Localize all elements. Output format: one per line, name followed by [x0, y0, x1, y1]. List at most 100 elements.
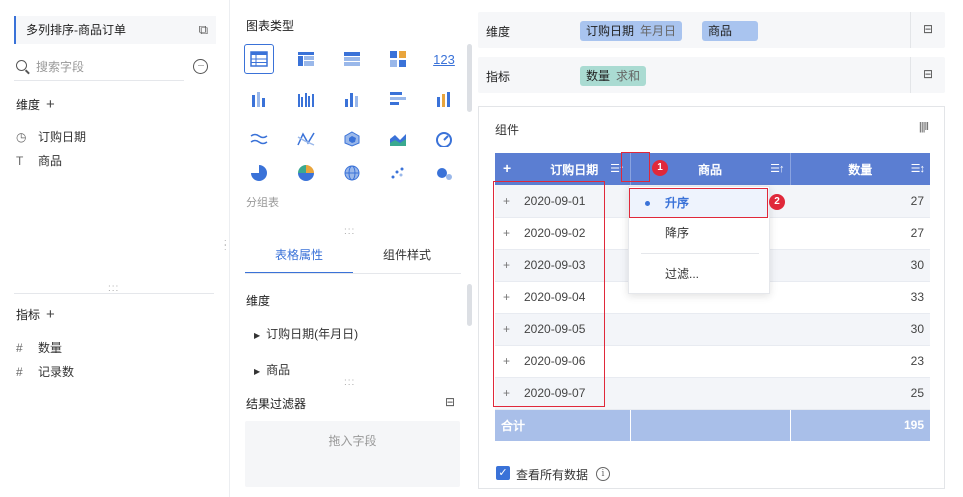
chart-type-group-table[interactable] — [291, 44, 321, 74]
chart-type-map[interactable] — [337, 162, 367, 184]
caret-right-icon: ▶ — [254, 367, 261, 376]
section-divider — [14, 293, 214, 294]
filter-splitter-handle[interactable]: ::: — [344, 377, 355, 388]
total-label: 合计 — [495, 409, 631, 441]
chart-type-cross-table[interactable] — [337, 44, 367, 74]
info-icon[interactable]: i — [596, 467, 610, 481]
lock-icon[interactable]: ⊟ — [445, 395, 455, 409]
panel-resize-handle[interactable]: :: — [224, 238, 228, 252]
search-input[interactable] — [36, 57, 186, 77]
measure-shelf[interactable]: 指标 数量 求和 ⊟ — [478, 57, 945, 93]
quantity-cell: 30 — [790, 249, 930, 282]
chart-type-bar-1[interactable] — [244, 84, 274, 114]
dimension-shelf[interactable]: 维度 订购日期 年月日 商品 ⊟ — [478, 12, 945, 48]
chart-type-gauge[interactable] — [429, 124, 459, 154]
bubble-chart-icon — [437, 168, 452, 180]
measure-section-label: 指标 — [16, 308, 41, 322]
sort-icon[interactable]: ☰↕ — [911, 162, 925, 175]
column-header-label: 数量 — [848, 162, 873, 177]
dataset-title-bar[interactable]: 多列排序-商品订单 ⧉ — [14, 16, 216, 44]
chart-type-wave[interactable] — [244, 124, 274, 154]
table-icon — [250, 51, 268, 67]
add-dimension-icon[interactable]: + — [46, 96, 55, 113]
quantity-cell: 25 — [790, 377, 930, 410]
tab-table-properties[interactable]: 表格属性 — [245, 240, 353, 274]
chart-type-area[interactable] — [383, 124, 413, 154]
view-all-data-label[interactable]: 查看所有数据 — [516, 466, 588, 483]
chart-type-detail-table[interactable] — [244, 44, 274, 74]
tab-component-style[interactable]: 组件样式 — [353, 240, 461, 274]
field-search: ··· — [14, 55, 216, 79]
horizontal-bar-icon — [390, 92, 406, 105]
ascending-highlight — [629, 188, 768, 218]
tree-item-order-date[interactable]: ▶ 订购日期(年月日) — [254, 325, 358, 342]
column-header-quantity[interactable]: 数量 ☰↕ — [790, 153, 930, 185]
properties-dimension-label: 维度 — [246, 294, 271, 308]
menu-item-filter[interactable]: 过滤... — [629, 260, 769, 288]
pill-name: 订购日期 — [586, 24, 635, 38]
scatter-chart-icon — [391, 167, 404, 179]
bar-chart-icon — [252, 92, 265, 107]
product-cell — [630, 345, 790, 378]
date-column-highlight — [493, 181, 605, 407]
column-settings-icon[interactable]: |||‖ — [919, 121, 929, 133]
field-item-quantity[interactable]: # 数量 — [16, 339, 62, 356]
cross-table-icon — [344, 52, 360, 66]
block-icon — [390, 51, 406, 67]
pill-name: 数量 — [586, 69, 611, 83]
chart-type-bar-3[interactable] — [337, 84, 367, 114]
field-item-record-count[interactable]: # 记录数 — [16, 363, 74, 380]
field-label: 订购日期 — [38, 130, 87, 144]
menu-separator — [641, 253, 759, 254]
menu-item-descending[interactable]: 降序 — [629, 219, 769, 247]
chart-type-kpi[interactable]: 123 — [429, 44, 459, 74]
chart-type-bubble[interactable] — [429, 162, 459, 184]
mid-splitter-handle[interactable]: ::: — [344, 226, 355, 237]
callout-badge-1: 1 — [652, 160, 668, 176]
component-title: 组件 — [495, 123, 520, 137]
chart-type-scrollbar[interactable] — [467, 44, 472, 112]
sort-icon[interactable]: ☰↑ — [770, 162, 784, 175]
measure-section-header: 指标 + — [16, 306, 55, 323]
tree-item-label: 订购日期(年月日) — [266, 327, 359, 341]
properties-scrollbar[interactable] — [467, 284, 472, 326]
checkbox-icon[interactable]: ✓ — [496, 466, 510, 480]
dimension-section-header: 维度 + — [16, 96, 55, 113]
pill-sub: 年月日 — [640, 24, 677, 38]
tree-item-product[interactable]: ▶ 商品 — [254, 361, 290, 378]
chart-type-pie-2[interactable] — [291, 162, 321, 184]
column-header-label: 商品 — [697, 162, 722, 177]
dimension-shelf-label: 维度 — [486, 25, 511, 39]
expand-all-icon[interactable]: + — [503, 160, 511, 176]
chart-type-pie[interactable] — [244, 162, 274, 184]
lock-icon[interactable]: ⊟ — [923, 22, 933, 36]
duplicate-icon[interactable]: ⧉ — [199, 16, 208, 44]
field-item-order-date[interactable]: ◷ 订购日期 — [16, 128, 86, 145]
pill-name: 商品 — [708, 24, 733, 38]
chart-type-bar-4[interactable] — [383, 84, 413, 114]
chart-type-radar[interactable] — [337, 124, 367, 154]
add-measure-icon[interactable]: + — [46, 306, 55, 323]
callout-badge-2: 2 — [769, 194, 785, 210]
lock-icon[interactable]: ⊟ — [923, 67, 933, 81]
more-icon[interactable]: ··· — [193, 59, 208, 74]
search-icon — [16, 60, 27, 71]
gauge-icon — [436, 132, 452, 147]
field-label: 数量 — [38, 341, 63, 355]
dimension-pill-order-date[interactable]: 订购日期 年月日 — [580, 21, 683, 41]
chart-type-caption: 分组表 — [246, 197, 279, 209]
chart-type-line[interactable] — [291, 124, 321, 154]
chart-type-scatter[interactable] — [383, 162, 413, 184]
measure-shelf-label: 指标 — [486, 70, 511, 84]
filter-drop-zone[interactable]: 拖入字段 — [245, 421, 460, 487]
tree-item-label: 商品 — [266, 363, 291, 377]
chart-type-bar-2[interactable] — [291, 84, 321, 114]
measure-pill-quantity[interactable]: 数量 求和 — [580, 66, 647, 86]
tab-divider — [245, 273, 461, 274]
chart-type-block[interactable] — [383, 44, 413, 74]
field-item-product[interactable]: T 商品 — [16, 152, 62, 169]
chart-type-bar-5[interactable] — [429, 84, 459, 114]
dimension-pill-product[interactable]: 商品 — [702, 21, 758, 41]
column-header-label: 订购日期 — [550, 162, 599, 177]
radar-chart-icon — [344, 131, 360, 147]
